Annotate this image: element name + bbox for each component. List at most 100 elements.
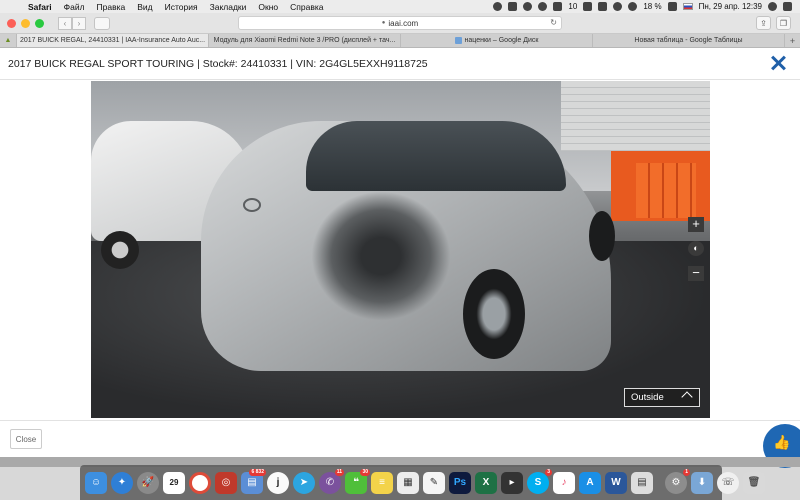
spotlight-icon[interactable] — [768, 2, 777, 11]
sidebar-toggle-button[interactable] — [94, 16, 110, 30]
excel-icon[interactable]: X — [475, 471, 497, 494]
tab-label: 2017 BUICK REGAL, 24410331 | IAA-Insuran… — [19, 37, 206, 44]
window-controls — [7, 18, 44, 28]
tab-bar: ▲ 2017 BUICK REGAL, 24410331 | IAA-Insur… — [0, 34, 800, 48]
photo-front-wheel — [589, 211, 615, 261]
photo-white-car-wheel — [101, 231, 139, 269]
menu-help[interactable]: Справка — [290, 2, 323, 12]
upload-tray-icon[interactable] — [553, 2, 563, 11]
tab-google-sheets[interactable]: Новая таблица - Google Таблицы — [592, 34, 784, 47]
rotate-360-button[interactable]: ◐ — [688, 241, 704, 256]
clock[interactable]: Пн, 29 апр. 12:39 — [699, 2, 762, 11]
battery-percent: 18 % — [643, 2, 662, 11]
wechat-badge: 30 — [360, 468, 370, 476]
fullscreen-window-button[interactable] — [35, 18, 44, 28]
clipboard-tray-icon[interactable] — [508, 2, 518, 11]
menu-view[interactable]: Вид — [137, 2, 152, 12]
app-store-icon[interactable]: A — [579, 471, 601, 494]
status-tray: 10 18 % Пн, 29 апр. 12:39 — [493, 2, 792, 11]
terminal-icon[interactable]: ▸ — [501, 471, 523, 494]
tab-google-drive[interactable]: наценки – Google Диск — [400, 34, 592, 47]
preview-icon[interactable]: ▤ — [631, 471, 653, 494]
menu-bookmarks[interactable]: Закладки — [210, 2, 247, 12]
minimize-window-button[interactable] — [21, 18, 30, 28]
app-menu[interactable]: Safari — [28, 2, 52, 12]
address-bar[interactable]: ● iaai.com ↻ — [238, 16, 562, 30]
tab-label: наценки – Google Диск — [464, 37, 539, 44]
close-icon[interactable] — [770, 55, 786, 71]
launchpad-icon[interactable]: 🚀 — [137, 471, 159, 494]
calendar-icon[interactable]: 29 — [163, 471, 185, 494]
new-tab-button[interactable]: + — [784, 34, 800, 47]
address-text: iaai.com — [388, 18, 419, 28]
textedit-icon[interactable]: ✎ — [423, 471, 445, 494]
volume-icon[interactable] — [628, 2, 638, 11]
chrome-icon[interactable] — [189, 471, 211, 494]
photos-icon[interactable]: 6 832 ▤ — [241, 468, 266, 494]
stickies-icon[interactable]: ▦ — [397, 471, 419, 494]
notes-icon[interactable]: ≡ — [371, 471, 393, 494]
photo-car-badge — [243, 198, 261, 212]
input-source-flag-icon[interactable] — [682, 3, 693, 10]
viber-icon[interactable]: 11 ✆ — [319, 468, 344, 494]
modal-footer: Close — [0, 420, 800, 457]
system-preferences-icon[interactable]: 1 ⚙ — [665, 468, 690, 494]
menu-window[interactable]: Окно — [258, 2, 278, 12]
skype-icon[interactable]: 3S — [527, 468, 552, 494]
tab-iaai[interactable]: 2017 BUICK REGAL, 24410331 | IAA-Insuran… — [16, 34, 208, 47]
word-icon[interactable]: W — [605, 471, 627, 494]
menu-bar: Safari Файл Правка Вид История Закладки … — [0, 0, 800, 13]
viber-badge: 11 — [334, 468, 344, 476]
display-tray-icon[interactable] — [583, 2, 593, 11]
notification-center-icon[interactable] — [783, 2, 792, 11]
telegram-icon[interactable]: ➤ — [293, 471, 315, 494]
tabs-overview-button[interactable]: ❐ — [776, 16, 791, 30]
safari-icon[interactable]: ✦ — [111, 471, 133, 494]
photoshop-icon[interactable]: Ps — [449, 471, 471, 494]
wifi-icon[interactable] — [613, 2, 623, 11]
tab-xiaomi[interactable]: Модуль для Xiaomi Redmi Note 3 /PRO (дис… — [208, 34, 400, 47]
close-button[interactable]: Close — [10, 429, 42, 449]
notification-count: 10 — [568, 2, 578, 11]
vehicle-photo[interactable]: + ◐ − Outside — [91, 81, 710, 418]
airplay-tray-icon[interactable] — [598, 2, 608, 11]
vehicle-image-modal: 2017 BUICK REGAL SPORT TOURING | Stock#:… — [0, 48, 800, 468]
photo-car-roof — [306, 121, 566, 191]
google-drive-icon — [454, 37, 462, 44]
trash-icon[interactable]: 🗑 — [743, 471, 765, 494]
forward-button[interactable]: › — [72, 16, 86, 30]
phone-icon[interactable]: ☏ — [717, 471, 739, 494]
photo-garage-door — [561, 81, 710, 151]
modal-header: 2017 BUICK REGAL SPORT TOURING | Stock#:… — [0, 48, 800, 80]
photo-barrier-slats — [636, 163, 696, 218]
menu-file[interactable]: Файл — [64, 2, 85, 12]
lock-icon: ● — [381, 20, 386, 26]
j-app-icon[interactable]: j — [267, 471, 289, 494]
menu-edit[interactable]: Правка — [97, 2, 126, 12]
bear-tray-icon[interactable] — [523, 2, 533, 11]
share-button[interactable]: ⇪ — [756, 16, 771, 30]
downloads-stack-icon[interactable]: ⬇ — [691, 471, 713, 494]
pinned-tab-icon[interactable]: ▲ — [0, 34, 16, 47]
thumbs-up-icon: 👍 — [773, 434, 791, 450]
menu-history[interactable]: История — [165, 2, 198, 12]
view-mode-toggle[interactable]: Outside — [624, 388, 700, 407]
close-window-button[interactable] — [7, 18, 16, 28]
zoom-out-button[interactable]: − — [688, 266, 704, 281]
battery-icon[interactable] — [667, 2, 677, 11]
photo-booth-icon[interactable]: ◎ — [215, 471, 237, 494]
tab-label: Модуль для Xiaomi Redmi Note 3 /PRO (дис… — [213, 37, 396, 44]
modal-title: 2017 BUICK REGAL SPORT TOURING | Stock#:… — [8, 57, 428, 70]
wechat-icon[interactable]: 30 ❝ — [345, 468, 370, 494]
reload-icon[interactable]: ↻ — [550, 18, 557, 27]
finder-icon[interactable]: ☺ — [85, 471, 107, 494]
skype-tray-icon[interactable] — [493, 2, 503, 11]
itunes-icon[interactable]: ♪ — [553, 471, 575, 494]
back-button[interactable]: ‹ — [58, 16, 72, 30]
view-mode-label: Outside — [631, 392, 664, 403]
photos-badge: 6 832 — [249, 468, 266, 476]
chevron-up-icon — [681, 391, 693, 403]
record-tray-icon[interactable] — [538, 2, 548, 11]
zoom-in-button[interactable]: + — [688, 217, 704, 232]
skype-badge: 3 — [545, 468, 552, 476]
